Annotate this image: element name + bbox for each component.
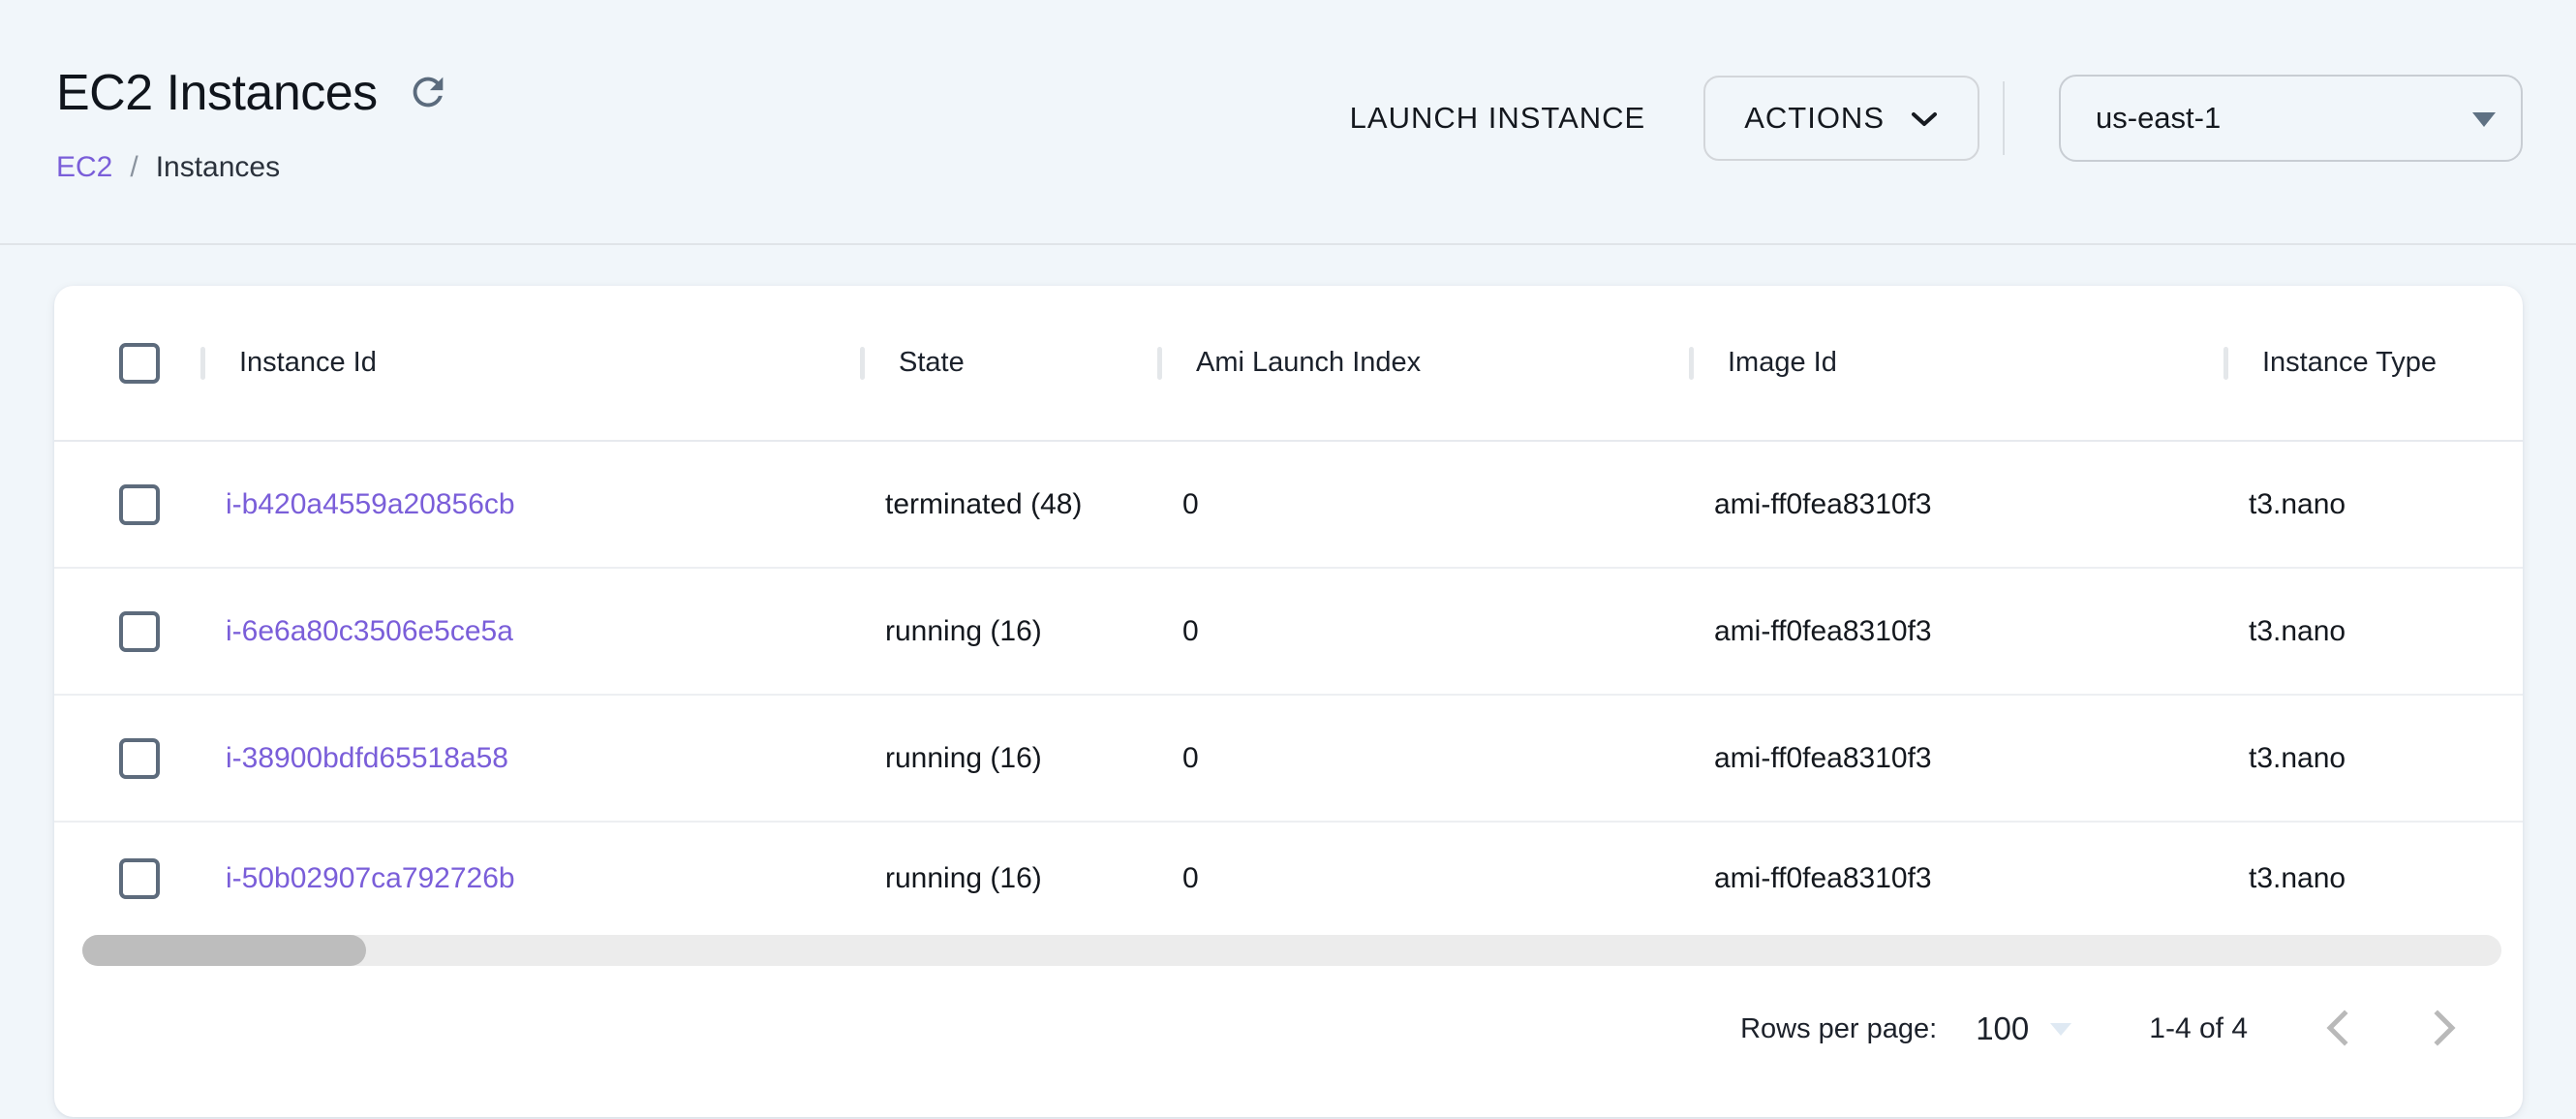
horizontal-scrollbar[interactable] [82,935,2501,966]
ami-launch-index-cell: 0 [1157,615,1689,648]
dropdown-caret-icon [2472,112,2496,127]
column-header-ami-launch-index: Ami Launch Index [1157,347,1689,379]
state-cell: running (16) [860,742,1157,775]
chevron-down-icon [1910,101,1939,136]
next-page-button[interactable] [2426,1010,2465,1048]
breadcrumb: EC2 / Instances [56,151,280,184]
row-checkbox[interactable] [119,858,160,899]
toolbar-divider [2003,81,2005,155]
instance-id-link[interactable]: i-6e6a80c3506e5ce5a [226,615,513,647]
image-id-cell: ami-ff0fea8310f3 [1689,488,2223,521]
image-id-cell: ami-ff0fea8310f3 [1689,615,2223,648]
row-checkbox[interactable] [119,738,160,779]
region-select-value: us-east-1 [2096,101,2221,136]
instance-type-cell: t3.nano [2223,615,2523,648]
rows-per-page-select[interactable]: 100 [1976,1010,2071,1047]
rows-per-page-value: 100 [1976,1010,2029,1047]
breadcrumb-current: Instances [156,151,280,184]
row-checkbox[interactable] [119,484,160,525]
image-id-cell: ami-ff0fea8310f3 [1689,742,2223,775]
state-cell: running (16) [860,615,1157,648]
instances-table-card: Instance Id State Ami Launch Index Image… [54,286,2523,1117]
select-all-checkbox[interactable] [119,343,160,384]
table-row: i-50b02907ca792726b running (16) 0 ami-f… [54,823,2523,935]
instance-id-link[interactable]: i-38900bdfd65518a58 [226,742,508,774]
instance-id-link[interactable]: i-b420a4559a20856cb [226,488,515,520]
previous-page-button[interactable] [2317,1010,2356,1048]
column-header-state: State [860,347,1157,379]
launch-instance-button[interactable]: LAUNCH INSTANCE [1350,101,1646,136]
table-row: i-38900bdfd65518a58 running (16) 0 ami-f… [54,696,2523,823]
table-header-row: Instance Id State Ami Launch Index Image… [54,286,2523,442]
chevron-left-icon [2324,1009,2349,1050]
ami-launch-index-cell: 0 [1157,862,1689,895]
header-divider [0,243,2576,245]
refresh-button[interactable] [405,70,451,116]
refresh-icon [406,70,450,117]
dropdown-caret-icon [2050,1023,2071,1036]
pagination-range-label: 1-4 of 4 [2149,1012,2248,1045]
chevron-right-icon [2433,1009,2458,1050]
breadcrumb-link-ec2[interactable]: EC2 [56,151,112,184]
toolbar: LAUNCH INSTANCE ACTIONS us-east-1 [1350,74,2523,163]
pagination-bar: Rows per page: 100 1-4 of 4 [54,966,2523,1092]
breadcrumb-separator: / [130,151,138,184]
instance-type-cell: t3.nano [2223,742,2523,775]
page-header: EC2 Instances EC2 / Instances LAUNCH INS… [0,0,2576,245]
state-cell: running (16) [860,862,1157,895]
image-id-cell: ami-ff0fea8310f3 [1689,862,2223,895]
instance-type-cell: t3.nano [2223,862,2523,895]
column-header-instance-type: Instance Type [2223,347,2523,379]
ami-launch-index-cell: 0 [1157,488,1689,521]
row-checkbox[interactable] [119,611,160,652]
horizontal-scrollbar-thumb[interactable] [82,935,366,966]
page-title: EC2 Instances [56,64,378,122]
instance-type-cell: t3.nano [2223,488,2523,521]
table-row: i-6e6a80c3506e5ce5a running (16) 0 ami-f… [54,569,2523,696]
column-header-instance-id: Instance Id [200,347,860,379]
state-cell: terminated (48) [860,488,1157,521]
actions-button-label: ACTIONS [1744,101,1885,136]
region-select[interactable]: us-east-1 [2059,75,2523,162]
table-row: i-b420a4559a20856cb terminated (48) 0 am… [54,442,2523,569]
instance-id-link[interactable]: i-50b02907ca792726b [226,862,515,894]
ami-launch-index-cell: 0 [1157,742,1689,775]
column-header-image-id: Image Id [1689,347,2223,379]
rows-per-page-label: Rows per page: [1740,1013,1937,1045]
actions-button[interactable]: ACTIONS [1703,76,1979,161]
